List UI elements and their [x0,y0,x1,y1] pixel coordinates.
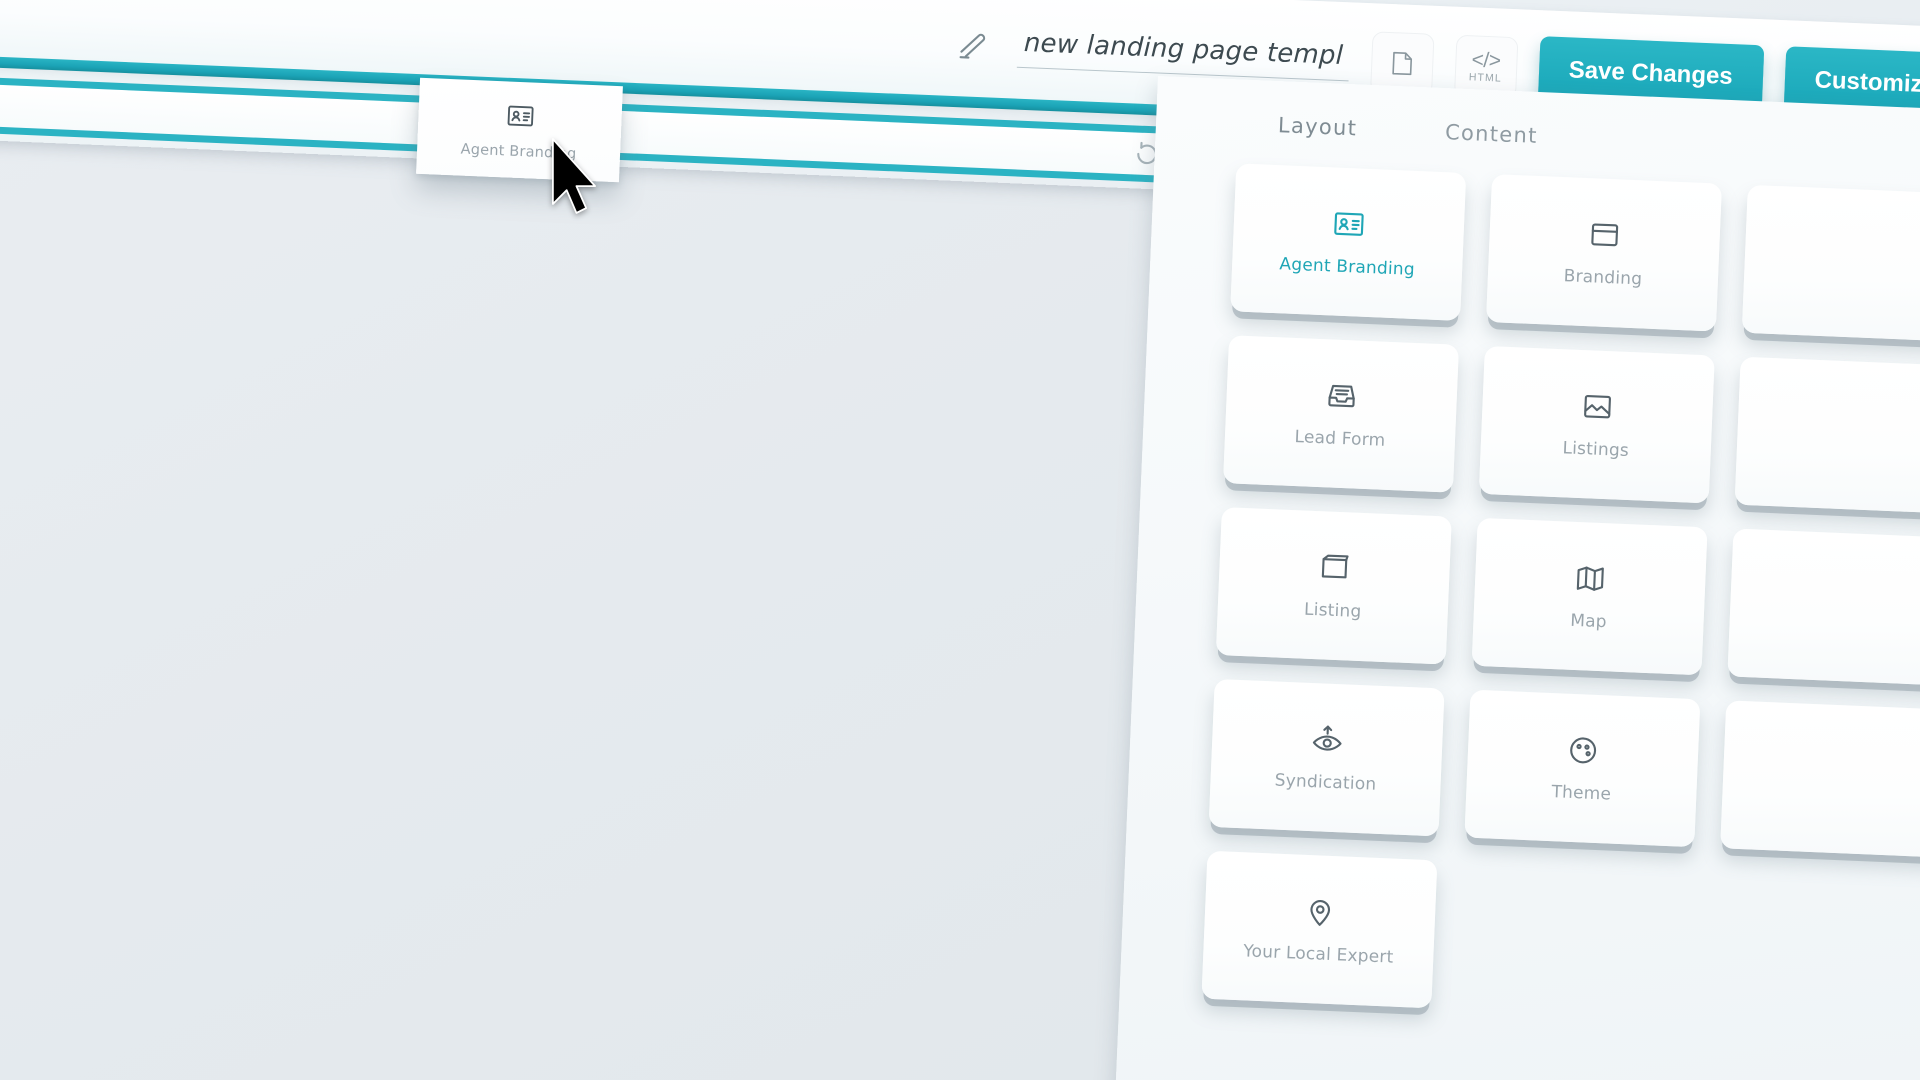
title-group: new landing page templ [955,25,1350,82]
page-document-icon [1386,47,1417,80]
blank-icon [1841,238,1878,273]
page-title-input[interactable]: new landing page templ [1016,27,1350,82]
map-pin-icon [1301,894,1338,929]
component-card-label: Your Local Expert [1242,941,1394,968]
component-card-label: Branding [1563,266,1643,290]
code-html-icon: </> [1471,48,1501,73]
inbox-form-icon [1323,378,1360,413]
html-icon-label: HTML [1468,71,1503,85]
component-card-map[interactable]: Map [1471,517,1708,676]
frame-image-icon [1316,550,1353,585]
component-card-grid: Agent Branding Branding Lead Form Listin… [1119,146,1920,1034]
theme-icon [1564,733,1601,768]
component-card-label: Agent Branding [1279,254,1416,280]
component-card-listing[interactable]: Listing [1215,507,1452,665]
map-icon [1572,561,1609,596]
app-scene: new landing page templ </> HTML Save Cha… [0,0,1920,1080]
arrow-cursor-icon [548,137,600,219]
tab-content[interactable]: Content [1400,112,1582,156]
component-card-syndication[interactable]: Syndication [1208,678,1445,837]
blank-icon [1834,410,1871,445]
component-card-your-local-expert[interactable]: Your Local Expert [1201,850,1438,1009]
page-title-value: new landing page templ [1023,28,1344,72]
component-card-label: Theme [1551,782,1612,805]
component-card-listings[interactable]: Listings [1478,345,1715,504]
blank-icon [1827,582,1864,617]
blank-icon [1820,753,1857,788]
component-card-agent-branding[interactable]: Agent Branding [1230,163,1467,321]
component-card-label: Listings [1562,438,1630,462]
component-card-label: Map [1569,610,1608,633]
component-card-lead-form[interactable]: Lead Form [1223,335,1460,493]
brand-icon [1586,217,1623,252]
component-card-extra-4[interactable] [1720,700,1920,858]
component-card-extra-3[interactable] [1727,528,1920,687]
component-card-branding[interactable]: Branding [1485,174,1722,332]
components-sidebar: Layout Content Agent Branding Branding L… [1111,76,1920,1080]
component-card-label: Listing [1303,599,1362,622]
eye-upload-icon [1309,722,1346,757]
tab-layout[interactable]: Layout [1233,105,1402,148]
component-card-label: Lead Form [1294,427,1386,451]
id-card-icon [503,100,536,131]
component-card-theme[interactable]: Theme [1464,689,1701,848]
component-card-extra-1[interactable] [1741,184,1920,343]
id-card-icon [1330,206,1367,241]
component-card-label: Syndication [1274,770,1377,795]
listings-icon [1579,389,1616,424]
pencil-edit-icon[interactable] [955,25,992,62]
component-card-extra-2[interactable] [1734,356,1920,515]
